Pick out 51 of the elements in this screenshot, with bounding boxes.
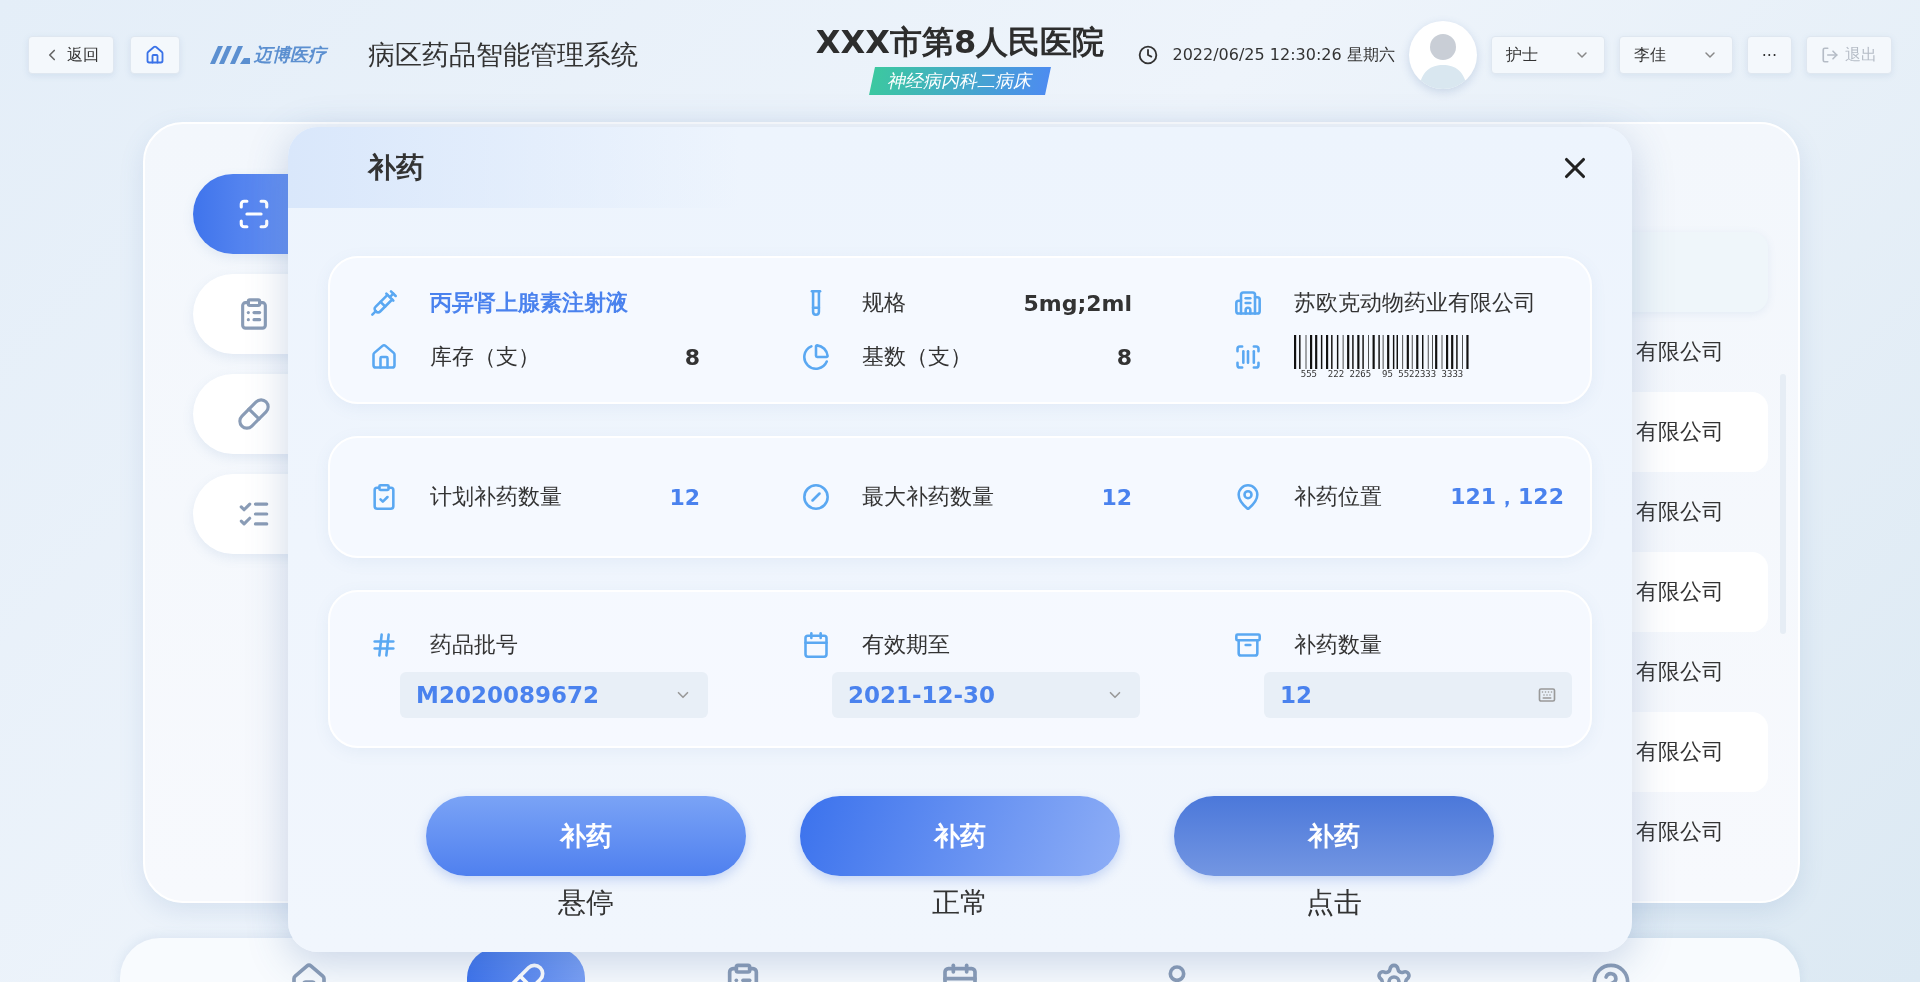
field-value: 8: [1116, 344, 1132, 370]
barcode-scan-icon: [1234, 343, 1262, 371]
clock-icon: [1138, 45, 1159, 65]
home-icon: [145, 45, 165, 65]
keyboard-icon: [1538, 686, 1556, 704]
field-label: 库存（支）: [430, 343, 541, 371]
circle-slash-icon: [802, 483, 830, 511]
manufacturer: 苏欧克动物药业有限公司: [1294, 289, 1536, 317]
home-icon: [370, 343, 398, 371]
home-button[interactable]: [130, 36, 180, 74]
more-button[interactable]: ···: [1746, 36, 1792, 74]
field-value: 5mg;2ml: [1023, 290, 1132, 316]
back-button[interactable]: 返回: [28, 36, 114, 74]
role-dropdown[interactable]: 护士: [1490, 36, 1605, 74]
archive-icon: [1234, 631, 1262, 659]
clipboard-check-icon: [370, 483, 398, 511]
field-value: 121，122: [1450, 483, 1564, 511]
map-pin-icon: [1234, 483, 1262, 511]
state-caption: 正常: [932, 885, 988, 921]
avatar[interactable]: [1408, 21, 1477, 89]
logo-icon: [210, 46, 250, 64]
date-time: 2022/06/25 12:30:26 星期六: [1172, 44, 1395, 66]
building-icon: [1234, 289, 1262, 317]
scan-icon: [237, 197, 271, 231]
field-label: 计划补药数量: [430, 483, 563, 511]
replenish-button[interactable]: 补药: [1174, 796, 1494, 876]
field-label: 基数（支）: [862, 343, 973, 371]
calendar-icon: [802, 631, 830, 659]
field-value: 12: [1101, 484, 1132, 510]
field-label: 补药位置: [1294, 483, 1383, 511]
ward-badge: 神经病内科二病床: [869, 67, 1051, 95]
user-dropdown[interactable]: 李佳: [1618, 36, 1733, 74]
field-value: 12: [669, 484, 700, 510]
pill-icon: [237, 397, 271, 431]
drug-name: 丙异肾上腺素注射液: [430, 289, 628, 317]
hospital-name: XXX市第8人民医院: [815, 22, 1105, 63]
syringe-icon: [370, 289, 398, 317]
state-caption: 悬停: [558, 885, 614, 921]
field-label: 最大补药数量: [862, 483, 995, 511]
field-label: 药品批号: [430, 631, 519, 659]
hash-icon: [370, 631, 398, 659]
system-title: 病区药品智能管理系统: [368, 38, 638, 72]
state-caption: 点击: [1306, 885, 1362, 921]
field-label: 规格: [862, 289, 907, 317]
field-label: 补药数量: [1294, 631, 1383, 659]
pie-chart-icon: [802, 343, 830, 371]
field-value: 8: [684, 344, 700, 370]
barcode: 555 222 2265 95 5522333 3333: [1294, 335, 1470, 379]
field-label: 有效期至: [862, 631, 951, 659]
logout-icon: [1821, 46, 1839, 64]
dialog-title: 补药: [368, 149, 424, 186]
